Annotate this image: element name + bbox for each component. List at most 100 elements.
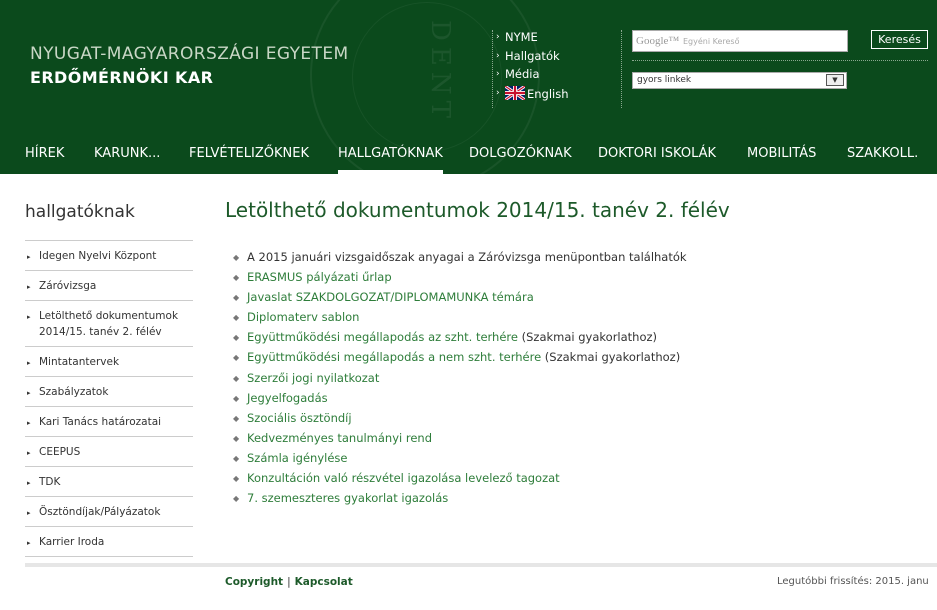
sidebar-item-career-office[interactable]: ▸ Karrier Iroda <box>25 527 193 557</box>
university-name[interactable]: NYUGAT-MAGYARORSZÁGI EGYETEM <box>30 44 349 64</box>
bullet-icon: ◆ <box>233 253 240 262</box>
nav-item-doctoral-schools[interactable]: DOKTORI ISKOLÁK <box>598 146 716 174</box>
doc-link[interactable]: Együttműködési megállapodás az szht. ter… <box>247 330 518 344</box>
list-item: ◆ Együttműködési megállapodás az szht. te… <box>233 328 687 348</box>
top-link-nyme[interactable]: › NYME <box>496 30 621 49</box>
chevron-right-icon: › <box>496 69 500 79</box>
doc-text: A 2015 januári vizsgaidőszak anyagai a Z… <box>247 250 687 264</box>
list-item: ◆ Számla igénylése <box>233 449 687 469</box>
bullet-icon: ◆ <box>233 313 240 323</box>
doc-link[interactable]: Kedvezményes tanulmányi rend <box>247 431 432 445</box>
doc-link[interactable]: Konzultáción való részvétel igazolása le… <box>247 471 560 485</box>
bullet-icon: ◆ <box>233 353 240 363</box>
bullet-icon: ◆ <box>233 333 240 343</box>
document-list: ◆ A 2015 januári vizsgaidőszak anyagai a … <box>233 248 687 509</box>
seal-watermark-letters: DENT <box>425 20 455 124</box>
doc-link[interactable]: Diplomaterv sablon <box>247 310 359 324</box>
contact-link[interactable]: Kapcsolat <box>295 576 353 588</box>
sidebar-item-scholarships[interactable]: ▸ Ösztöndíjak/Pályázatok <box>25 497 193 527</box>
doc-link[interactable]: 7. szemeszteres gyakorlat igazolás <box>247 491 448 505</box>
chevron-right-icon: ▸ <box>27 449 31 457</box>
sidebar-item-language-center[interactable]: ▸ Idegen Nyelvi Központ <box>25 241 193 271</box>
sidebar-item-ceepus[interactable]: ▸ CEEPUS <box>25 437 193 467</box>
search-placeholder: Egyéni Kereső <box>683 37 740 46</box>
top-link-students[interactable]: › Hallgatók <box>496 49 621 68</box>
bullet-icon: ◆ <box>233 494 240 504</box>
sidebar-item-documents[interactable]: ▸ Letölthető dokumentumok 2014/15. tanév … <box>25 301 193 347</box>
page-title: Letölthető dokumentumok 2014/15. tanév 2… <box>225 198 730 222</box>
sidebar-item-regulations[interactable]: ▸ Szabályzatok <box>25 377 193 407</box>
nav-item-applicants[interactable]: FELVÉTELIZŐKNEK <box>189 146 309 174</box>
top-link-media[interactable]: › Média <box>496 67 621 86</box>
doc-link[interactable]: ERASMUS pályázati űrlap <box>247 270 392 284</box>
bullet-icon: ◆ <box>233 453 240 463</box>
chevron-right-icon: ▸ <box>27 359 31 367</box>
top-links: › NYME › Hallgatók › Média › English <box>492 30 622 108</box>
list-item: ◆ Szociális ösztöndíj <box>233 409 687 429</box>
quick-links-select[interactable]: gyors linkek ▼ <box>632 72 847 89</box>
bullet-icon: ◆ <box>233 373 240 383</box>
chevron-right-icon: ▸ <box>27 539 31 547</box>
sidebar-title: hallgatóknak <box>25 202 135 222</box>
search-input[interactable]: Google™ Egyéni Kereső <box>632 30 848 52</box>
chevron-right-icon: ▸ <box>27 479 31 487</box>
bullet-icon: ◆ <box>233 413 240 423</box>
doc-link[interactable]: Számla igénylése <box>247 451 348 465</box>
list-item: ◆ Együttműködési megállapodás a nem szht.… <box>233 348 687 368</box>
chevron-right-icon: ▸ <box>27 283 31 291</box>
sidebar-item-curricula[interactable]: ▸ Mintatantervek <box>25 347 193 377</box>
chevron-down-icon: ▼ <box>826 74 844 86</box>
chevron-right-icon: › <box>496 50 500 61</box>
footer-divider <box>25 563 937 567</box>
list-item: ◆ Konzultáción való részvétel igazolása l… <box>233 469 687 489</box>
bullet-icon: ◆ <box>233 273 240 283</box>
chevron-right-icon: › <box>496 87 500 98</box>
main-nav: HÍREK KARUNK... FELVÉTELIZŐKNEK HALLGATÓ… <box>0 146 937 174</box>
footer-separator: | <box>287 576 291 588</box>
faculty-name[interactable]: ERDŐMÉRNÖKI KAR <box>30 68 213 87</box>
doc-link[interactable]: Jegyelfogadás <box>247 391 328 405</box>
sidebar-item-council-decisions[interactable]: ▸ Kari Tanács határozatai <box>25 407 193 437</box>
doc-note: (Szakmai gyakorlathoz) <box>541 350 681 365</box>
sidebar-item-final-exam[interactable]: ▸ Záróvizsga <box>25 271 193 301</box>
list-item: ◆ 7. szemeszteres gyakorlat igazolás <box>233 489 687 509</box>
nav-item-faculty[interactable]: KARUNK... <box>94 146 160 174</box>
doc-link[interactable]: Szociális ösztöndíj <box>247 411 352 425</box>
search-button[interactable]: Keresés <box>871 30 928 49</box>
list-item: ◆ Jegyelfogadás <box>233 389 687 409</box>
nav-item-news[interactable]: HÍREK <box>25 146 64 174</box>
bullet-icon: ◆ <box>233 433 240 443</box>
list-item: ◆ Szerzői jogi nyilatkozat <box>233 369 687 389</box>
list-item: ◆ ERASMUS pályázati űrlap <box>233 268 687 288</box>
list-item: ◆ Diplomaterv sablon <box>233 308 687 328</box>
last-updated: Legutóbbi frissítés: 2015. janu <box>777 576 929 587</box>
sidebar-item-tdk[interactable]: ▸ TDK <box>25 467 193 497</box>
chevron-right-icon: ▸ <box>27 313 31 321</box>
chevron-right-icon: › <box>496 32 500 42</box>
doc-link[interactable]: Együttműködési megállapodás a nem szht. … <box>247 350 541 364</box>
list-item: ◆ Javaslat SZAKDOLGOZAT/DIPLOMAMUNKA témá… <box>233 288 687 308</box>
search-divider <box>632 60 928 61</box>
list-item: ◆ A 2015 januári vizsgaidőszak anyagai a … <box>233 248 687 268</box>
list-item: ◆ Kedvezményes tanulmányi rend <box>233 429 687 449</box>
footer-links: Copyright | Kapcsolat <box>225 576 353 588</box>
bullet-icon: ◆ <box>233 293 240 303</box>
site-header: DENT NYUGAT-MAGYARORSZÁGI EGYETEM ERDŐMÉ… <box>0 0 937 174</box>
nav-item-mobility[interactable]: MOBILITÁS <box>747 146 816 174</box>
chevron-right-icon: ▸ <box>27 419 31 427</box>
copyright-link[interactable]: Copyright <box>225 576 283 588</box>
chevron-right-icon: ▸ <box>27 253 31 261</box>
doc-link[interactable]: Szerzői jogi nyilatkozat <box>247 371 379 385</box>
sidebar-menu: ▸ Idegen Nyelvi Központ ▸ Záróvizsga ▸ Letö… <box>25 240 193 557</box>
top-link-english[interactable]: › English <box>496 85 621 105</box>
bullet-icon: ◆ <box>233 393 240 403</box>
nav-item-staff[interactable]: DOLGOZÓKNAK <box>469 146 572 174</box>
google-logo: Google™ <box>636 35 680 47</box>
nav-item-college[interactable]: SZAKKOLL. <box>847 146 918 174</box>
uk-flag-icon <box>505 85 525 100</box>
bullet-icon: ◆ <box>233 474 240 484</box>
doc-link[interactable]: Javaslat SZAKDOLGOZAT/DIPLOMAMUNKA témár… <box>247 290 534 304</box>
chevron-right-icon: ▸ <box>27 509 31 517</box>
nav-item-students[interactable]: HALLGATÓKNAK <box>338 146 443 174</box>
chevron-right-icon: ▸ <box>27 389 31 397</box>
